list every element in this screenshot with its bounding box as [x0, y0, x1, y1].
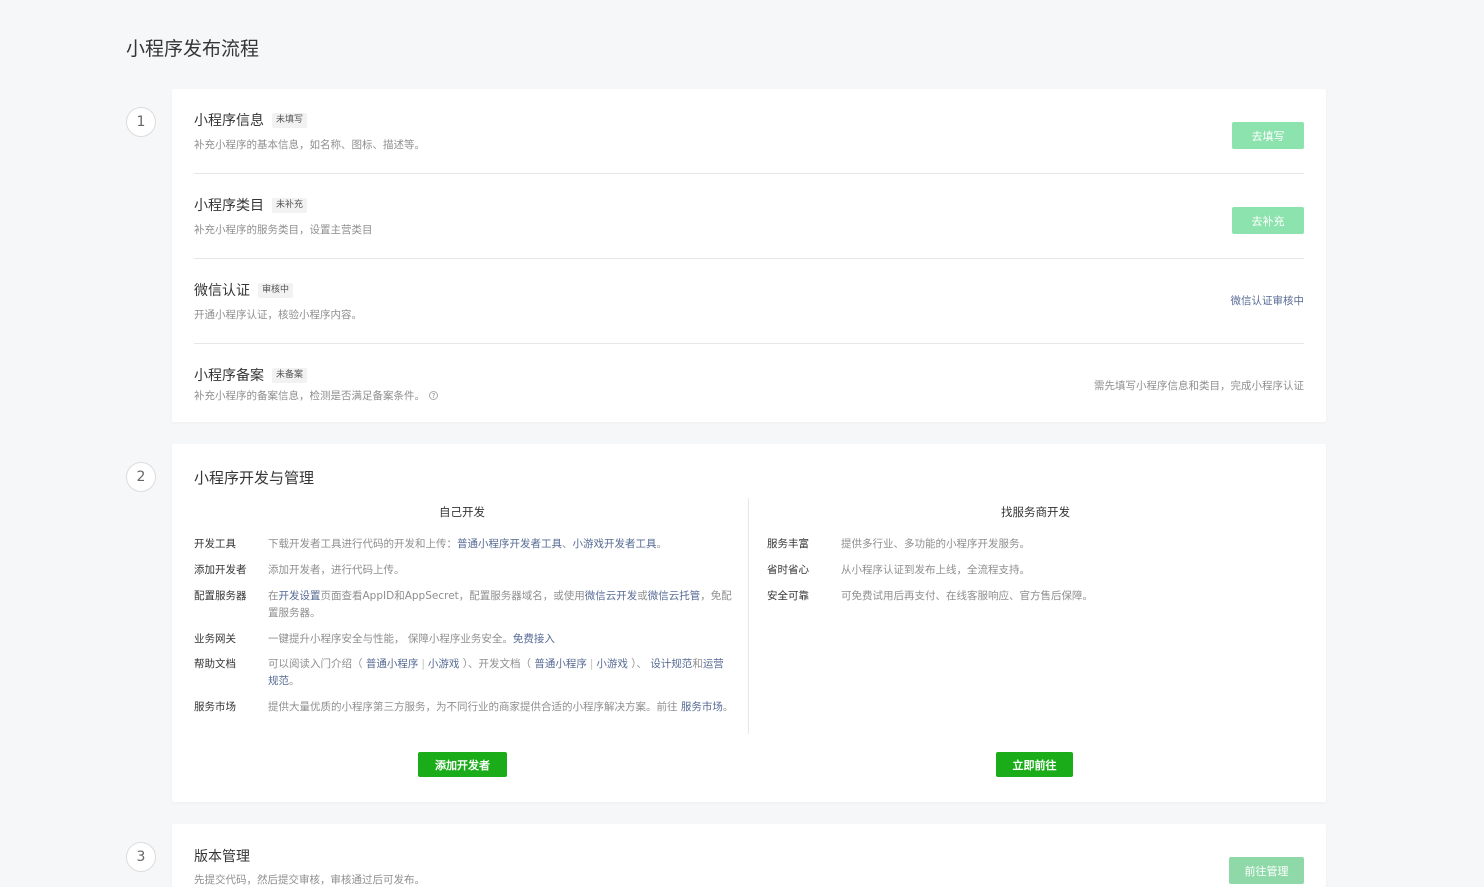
row-title: 微信认证	[194, 283, 250, 299]
filing-requirement-text: 需先填写小程序信息和类目，完成小程序认证	[1094, 380, 1304, 392]
status-badge: 审核中	[258, 282, 294, 298]
dev-settings-link[interactable]: 开发设置	[279, 590, 321, 602]
card-development: 小程序开发与管理 自己开发 开发工具 下载开发者工具进行代码的开发和上传：普通小…	[172, 444, 1326, 802]
column-divider	[748, 498, 749, 734]
card-description: 先提交代码，然后提交审核，审核通过后可发布。	[194, 874, 425, 886]
card-title: 小程序开发与管理	[194, 469, 315, 487]
go-manage-button[interactable]: 前往管理	[1229, 857, 1304, 884]
row-mini-program-category: 小程序类目 未补充 补充小程序的服务类目，设置主营类目 去补充	[194, 174, 1304, 259]
step-number-1: 1	[126, 107, 156, 137]
step-number-3: 3	[126, 842, 156, 872]
add-category-button[interactable]: 去补充	[1232, 207, 1304, 234]
status-badge: 未补充	[272, 197, 308, 213]
row-wechat-verification: 微信认证 审核中 开通小程序认证，核验小程序内容。 微信认证审核中	[194, 259, 1304, 344]
add-developer-button[interactable]: 添加开发者	[418, 752, 507, 777]
row-description: 补充小程序的基本信息，如名称、图标、描述等。	[194, 139, 425, 151]
row-mini-program-info: 小程序信息 未填写 补充小程序的基本信息，如名称、图标、描述等。 去填写	[194, 89, 1304, 174]
service-market-link[interactable]: 服务市场	[681, 701, 723, 713]
row-description: 补充小程序的服务类目，设置主营类目	[194, 224, 373, 236]
status-badge: 未备案	[272, 367, 308, 383]
card-mini-program-setup: 小程序信息 未填写 补充小程序的基本信息，如名称、图标、描述等。 去填写 小程序…	[172, 89, 1326, 422]
question-circle-icon[interactable]: ?	[429, 391, 438, 400]
game-dev-tool-link[interactable]: 小游戏开发者工具	[573, 538, 657, 550]
cloud-dev-link[interactable]: 微信云开发	[585, 590, 638, 602]
row-title: 小程序备案	[194, 368, 264, 384]
row-title: 小程序信息	[194, 113, 264, 129]
docs-mini-program-link[interactable]: 普通小程序	[534, 658, 587, 670]
row-description: 开通小程序认证，核验小程序内容。	[194, 309, 362, 321]
page-title: 小程序发布流程	[126, 38, 260, 60]
page: 小程序发布流程 1 小程序信息 未填写 补充小程序的基本信息，如名称、图标、描述…	[0, 0, 1484, 887]
intro-mini-game-link[interactable]: 小游戏	[428, 658, 460, 670]
card-version-management: 版本管理 先提交代码，然后提交审核，审核通过后可发布。 前往管理	[172, 824, 1326, 887]
row-mini-program-filing: 小程序备案 未备案 补充小程序的备案信息，检测是否满足备案条件。 ? 需先填写小…	[194, 344, 1304, 429]
status-badge: 未填写	[272, 112, 308, 128]
card-title: 版本管理	[194, 849, 250, 865]
fill-info-button[interactable]: 去填写	[1232, 122, 1304, 149]
docs-mini-game-link[interactable]: 小游戏	[596, 658, 628, 670]
cloud-hosting-link[interactable]: 微信云托管	[648, 590, 701, 602]
column-heading: 自己开发	[439, 505, 485, 519]
row-description: 补充小程序的备案信息，检测是否满足备案条件。 ?	[194, 388, 438, 403]
row-title: 小程序类目	[194, 198, 264, 214]
step-number-2: 2	[126, 462, 156, 492]
dev-tool-link[interactable]: 普通小程序开发者工具	[457, 538, 562, 550]
design-spec-link[interactable]: 设计规范	[650, 658, 692, 670]
free-access-link[interactable]: 免费接入	[513, 633, 555, 645]
verification-status-link[interactable]: 微信认证审核中	[1231, 293, 1305, 308]
intro-mini-program-link[interactable]: 普通小程序	[366, 658, 419, 670]
column-heading: 找服务商开发	[1001, 505, 1070, 519]
go-now-button[interactable]: 立即前往	[996, 752, 1073, 777]
